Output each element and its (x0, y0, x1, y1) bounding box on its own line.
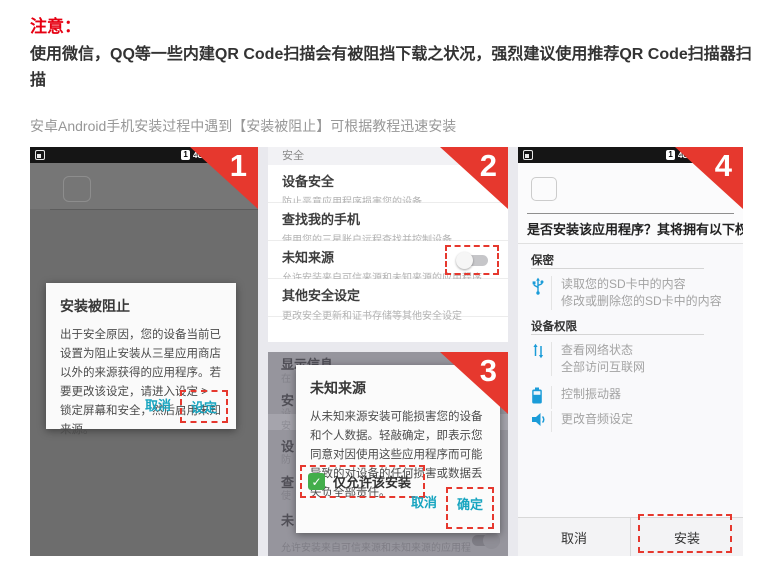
section-header: 保密 (531, 252, 554, 268)
step-ribbon (440, 352, 508, 414)
notice-label: 注意： (30, 12, 81, 37)
unknown-sources-toggle[interactable] (456, 252, 488, 269)
dimmed-text: 允许安装来自可信来源和未知来源的应用程序 (281, 539, 471, 554)
dimmed-text: 安 (281, 417, 291, 432)
app-icon-placeholder (531, 177, 557, 201)
permission-text: 控制振动器 (551, 386, 621, 409)
step-ribbon (440, 147, 508, 209)
dimmed-toggle (468, 532, 500, 549)
cancel-button[interactable]: 取消 (518, 518, 630, 556)
step-ribbon (190, 147, 258, 209)
warning-text: 使用微信，QQ等一些内建QR Code扫描会有被阻挡下载之状况，强烈建议使用推荐… (30, 42, 752, 94)
divider (527, 213, 734, 214)
divider (531, 334, 704, 335)
highlight-box (638, 514, 732, 553)
permission-item: 查看网络状态 全部访问互联网 (531, 342, 645, 376)
sim-badge-icon: 1 (666, 150, 674, 160)
permission-text: 更改音频设定 (551, 411, 633, 432)
notification-icon (35, 150, 45, 160)
dialog-title: 安装被阻止 (60, 296, 222, 316)
row-title: 查找我的手机 (282, 209, 494, 228)
section-header: 设备权限 (531, 318, 577, 334)
sim-badge-icon: 1 (181, 150, 189, 160)
allow-once-checkbox[interactable]: ✓ (308, 473, 325, 490)
permission-item: 控制振动器 (531, 386, 621, 409)
cancel-button[interactable]: 取消 (402, 487, 446, 516)
checkbox-label: 仅允许该安装 (333, 472, 411, 491)
step3-screenshot: 显示信息 在 安 设 安 设 防 查 使 未 允许安装来自可信来源和未知来源的应… (268, 352, 508, 556)
permission-item: 读取您的SD卡中的内容 修改或删除您的SD卡中的内容 (531, 276, 722, 310)
row-title: 其他安全设定 (282, 285, 494, 304)
dimmed-text: 在 (281, 370, 291, 385)
step-number: 2 (480, 149, 497, 183)
speaker-icon (531, 411, 551, 432)
step-number: 1 (230, 149, 247, 183)
usb-icon (531, 276, 551, 310)
highlight-box (445, 245, 499, 275)
step-number: 3 (480, 354, 497, 388)
ok-button[interactable]: 确定 (446, 487, 494, 529)
cancel-button[interactable]: 取消 (136, 390, 180, 419)
network-arrows-icon (531, 342, 551, 376)
step2-screenshot: 安全 设备安全 防止恶意应用程序损害您的设备 查找我的手机 使用您的三星账户远程… (268, 147, 508, 342)
settings-button[interactable]: 设定 (180, 390, 228, 423)
tutorial-page: 注意： 使用微信，QQ等一些内建QR Code扫描会有被阻挡下载之状况，强烈建议… (0, 0, 767, 570)
divider (50, 209, 258, 210)
settings-row-other-security[interactable]: 其他安全设定 更改安全更新和证书存储等其他安全设定 (268, 279, 508, 317)
app-icon-placeholder (63, 176, 91, 202)
permission-item: 更改音频设定 (531, 411, 633, 432)
dimmed-text: 未 (281, 510, 294, 529)
step4-screenshot: 1 4G 7:4 是否安装该应用程序？其将拥有以下权限： 保密 (518, 147, 743, 556)
divider (531, 268, 704, 269)
permission-text: 查看网络状态 全部访问互联网 (551, 342, 645, 376)
install-question-title: 是否安装该应用程序？其将拥有以下权限： (527, 221, 739, 238)
step-ribbon (675, 147, 743, 209)
install-blocked-dialog: 安装被阻止 出于安全原因，您的设备当前已设置为阻止安装从三星应用商店以外的来源获… (46, 283, 236, 429)
permissions-area: 保密 读取 (518, 243, 743, 517)
settings-row-unknown-sources[interactable]: 未知来源 允许安装来自可信来源和未知来源的应用程序 (268, 241, 508, 279)
permission-text: 读取您的SD卡中的内容 修改或删除您的SD卡中的内容 (551, 276, 722, 310)
dimmed-text: 使 (281, 487, 291, 502)
notification-icon (523, 150, 533, 160)
battery-icon (531, 386, 551, 409)
step1-screenshot: 1 4G 7:4 安装被阻止 出于安全原因，您的设备当前已设置为阻止安装从三星应… (30, 147, 258, 556)
step-number: 4 (715, 149, 732, 183)
dimmed-text: 防 (281, 451, 291, 466)
tutorial-subtitle: 安卓Android手机安装过程中遇到【安装被阻止】可根据教程迅速安装 (30, 116, 456, 136)
screenshots-strip: 1 4G 7:4 安装被阻止 出于安全原因，您的设备当前已设置为阻止安装从三星应… (30, 147, 743, 556)
row-subtitle: 更改安全更新和证书存储等其他安全设定 (282, 307, 494, 322)
